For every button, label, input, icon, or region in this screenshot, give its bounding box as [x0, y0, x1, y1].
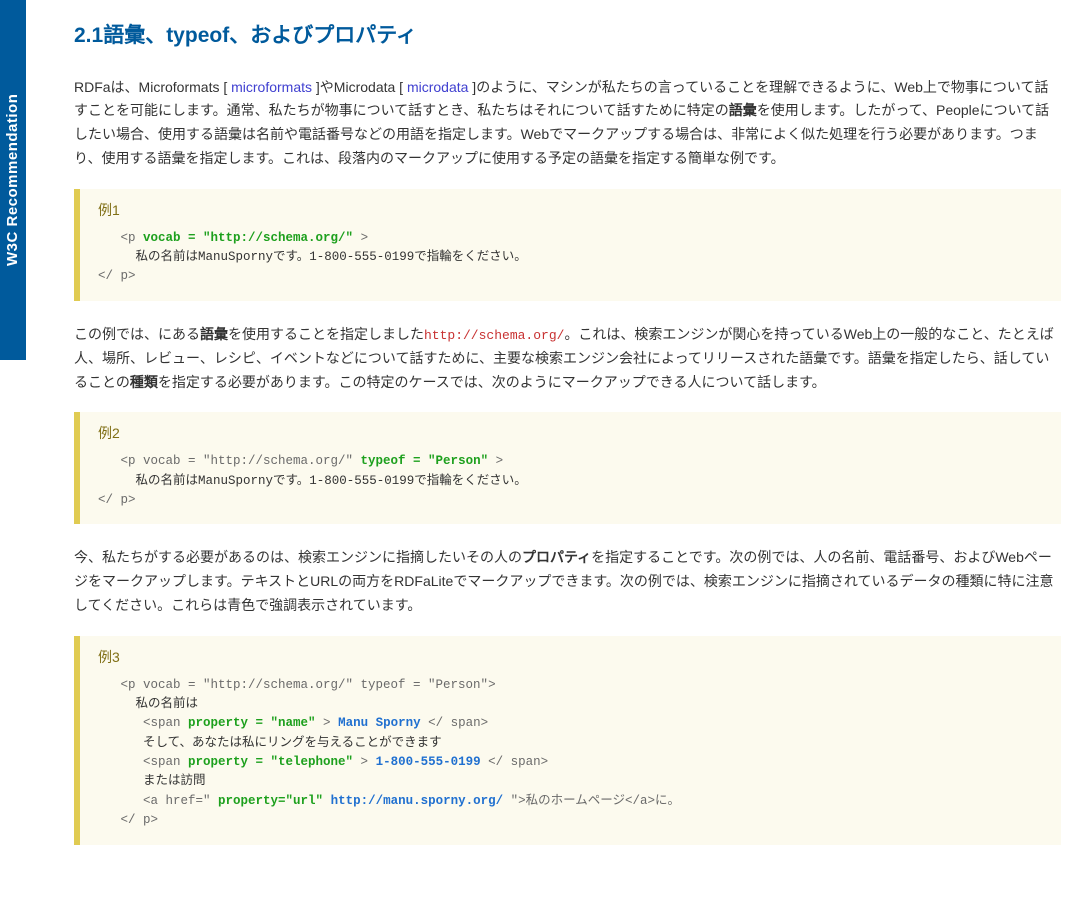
- code-highlight: vocab = "http://schema.org/": [143, 231, 353, 245]
- code: そして、あなたは私にリングを与えることができます: [98, 736, 442, 750]
- code: >: [353, 231, 368, 245]
- code: <p vocab = "http://schema.org/": [98, 454, 361, 468]
- example-title: 例3: [98, 646, 1043, 670]
- type-term: 種類: [130, 374, 158, 390]
- paragraph-3: 今、私たちがする必要があるのは、検索エンジンに指摘したいその人のプロパティを指定…: [74, 546, 1061, 617]
- microformats-link[interactable]: microformats: [231, 79, 312, 95]
- code-highlight: typeof = "Person": [361, 454, 489, 468]
- code-block: <p vocab = "http://schema.org/" typeof =…: [98, 452, 1043, 510]
- microdata-link[interactable]: microdata: [407, 79, 468, 95]
- example-3: 例3 <p vocab = "http://schema.org/" typeo…: [74, 636, 1061, 845]
- code: ">私のホームページ</a>に。: [503, 794, 680, 808]
- code: <span: [98, 716, 188, 730]
- code: </ span>: [421, 716, 489, 730]
- w3c-side-tab: W3C Recommendation: [0, 0, 26, 360]
- schema-org-link[interactable]: http://schema.org/: [424, 328, 564, 343]
- code-attr: property = "name": [188, 716, 316, 730]
- intro-paragraph: RDFaは、Microformats [ microformats ]やMicr…: [74, 76, 1061, 171]
- code-data: Manu Sporny: [338, 716, 421, 730]
- code: [323, 794, 331, 808]
- example-2: 例2 <p vocab = "http://schema.org/" typeo…: [74, 412, 1061, 524]
- code: <p vocab = "http://schema.org/" typeof =…: [98, 678, 496, 692]
- example-1: 例1 <p vocab = "http://schema.org/" > 私の名…: [74, 189, 1061, 301]
- code: <a href=": [98, 794, 218, 808]
- example-title: 例2: [98, 422, 1043, 446]
- code: <p: [98, 231, 143, 245]
- code: 私の名前は: [98, 697, 198, 711]
- example-title: 例1: [98, 199, 1043, 223]
- code: 私の名前はManuSpornyです。1-800-555-0199で指輪をください…: [98, 250, 527, 264]
- code-block: <p vocab = "http://schema.org/" > 私の名前はM…: [98, 229, 1043, 287]
- code: <span: [98, 755, 188, 769]
- code: </ p>: [98, 269, 136, 283]
- code-block: <p vocab = "http://schema.org/" typeof =…: [98, 676, 1043, 831]
- vocab-term: 語彙: [200, 326, 228, 342]
- code: </ span>: [481, 755, 549, 769]
- text: ]やMicrodata [: [312, 79, 407, 95]
- code: </ p>: [98, 493, 136, 507]
- section-heading: 2.1語彙、typeof、およびプロパティ: [74, 18, 1061, 54]
- code: >: [353, 755, 376, 769]
- code: 私の名前はManuSpornyです。1-800-555-0199で指輪をください…: [98, 474, 527, 488]
- text: RDFaは、Microformats [: [74, 79, 231, 95]
- code-data: 1-800-555-0199: [376, 755, 481, 769]
- text: この例では、にある: [74, 326, 200, 342]
- code-data: http://manu.sporny.org/: [331, 794, 504, 808]
- property-term: プロパティ: [522, 549, 591, 565]
- code-attr: property="url": [218, 794, 323, 808]
- code-attr: property = "telephone": [188, 755, 353, 769]
- code: または訪問: [98, 774, 206, 788]
- paragraph-2: この例では、にある語彙を使用することを指定しましたhttp://schema.o…: [74, 323, 1061, 395]
- text: を使用することを指定しました: [228, 326, 424, 342]
- code: >: [316, 716, 339, 730]
- code: </ p>: [98, 813, 158, 827]
- text: を指定する必要があります。この特定のケースでは、次のようにマークアップできる人に…: [158, 374, 826, 390]
- vocab-term: 語彙: [729, 102, 757, 118]
- code: >: [488, 454, 503, 468]
- main-content: 2.1語彙、typeof、およびプロパティ RDFaは、Microformats…: [44, 0, 1091, 897]
- text: 今、私たちがする必要があるのは、検索エンジンに指摘したいその人の: [74, 549, 522, 565]
